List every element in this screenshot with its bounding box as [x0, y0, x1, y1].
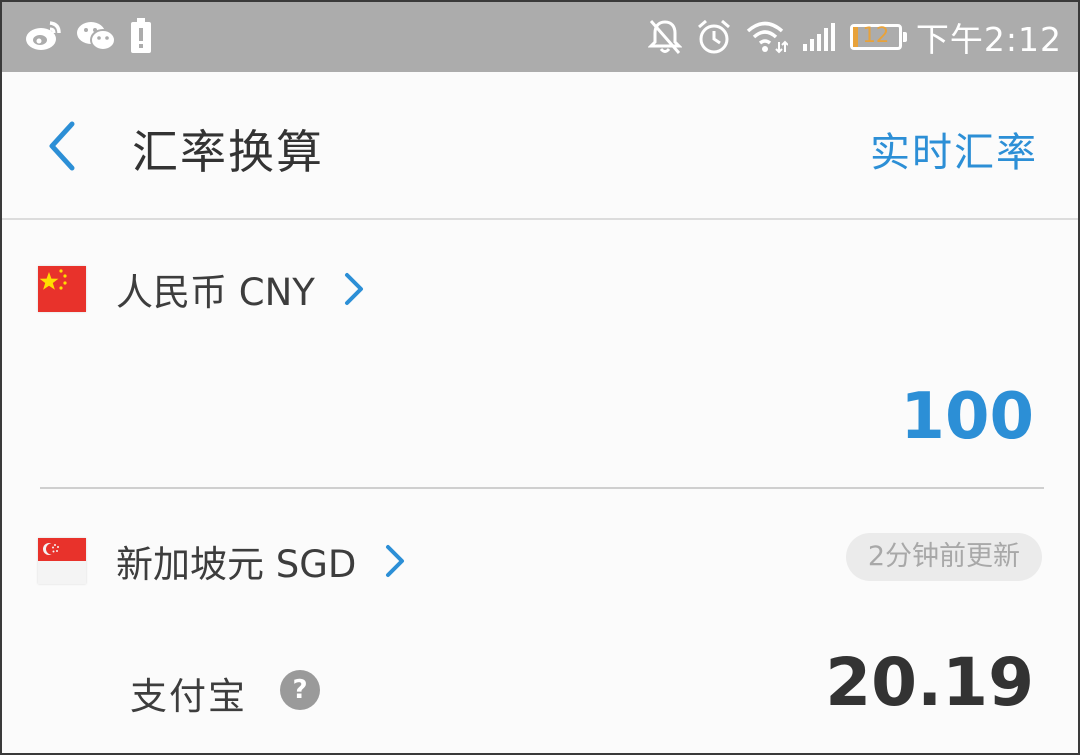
china-flag-icon [38, 266, 86, 312]
divider [40, 487, 1044, 489]
battery-icon: 12 [849, 23, 907, 50]
status-time: 下午2:12 [915, 20, 1062, 59]
from-currency-selector[interactable]: 人民币 CNY [38, 262, 367, 316]
status-bar-right: 12 下午2:12 [647, 14, 1062, 60]
alarm-icon [696, 19, 732, 55]
battery-level-text: 12 [862, 23, 890, 47]
updated-time-badge: 2分钟前更新 [845, 533, 1042, 581]
chevron-right-icon [386, 545, 405, 577]
wifi-icon [746, 20, 788, 54]
help-icon[interactable]: ? [280, 670, 320, 710]
wechat-icon [76, 19, 116, 53]
to-currency-name: 新加坡元 SGD [116, 543, 357, 586]
chevron-right-icon [344, 273, 363, 305]
realtime-rate-link[interactable]: 实时汇率 [870, 120, 1038, 178]
status-bar: 12 下午2:12 [2, 2, 1078, 72]
back-button[interactable] [40, 116, 90, 176]
from-amount-input[interactable]: 100 [900, 380, 1034, 454]
weibo-icon [24, 19, 62, 53]
app-screen: 12 下午2:12 汇率换算 实时汇率 人民币 CNY 100 新加坡元 SGD… [0, 0, 1080, 755]
singapore-flag-icon [38, 538, 86, 584]
status-bar-left [24, 18, 152, 54]
to-currency-selector[interactable]: 新加坡元 SGD [38, 534, 408, 588]
from-currency-name: 人民币 CNY [116, 271, 315, 314]
chevron-left-icon [49, 121, 75, 171]
converted-amount: 20.19 [825, 644, 1034, 721]
battery-alert-icon [130, 18, 152, 54]
rate-provider-label: 支付宝 [130, 675, 247, 718]
mute-icon [647, 18, 682, 56]
signal-icon [802, 22, 836, 52]
page-title: 汇率换算 [132, 125, 324, 179]
app-header: 汇率换算 实时汇率 [2, 72, 1078, 220]
